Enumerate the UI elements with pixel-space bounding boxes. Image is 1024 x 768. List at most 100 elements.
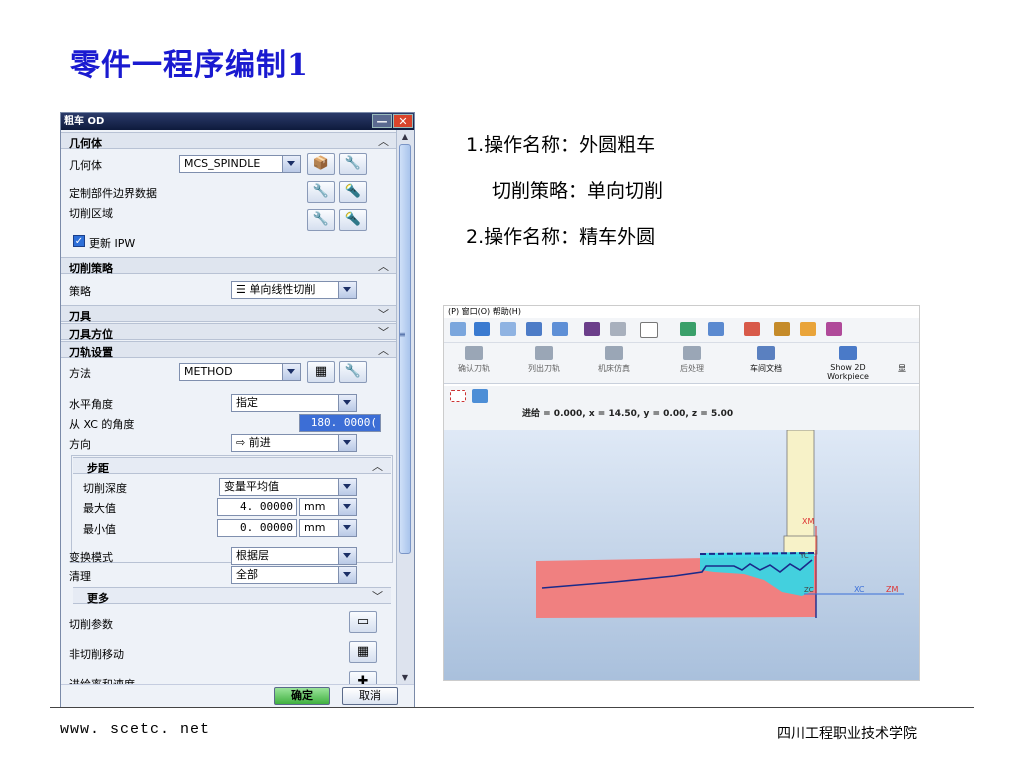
edit-geometry-button[interactable]: 🔧 <box>339 153 367 175</box>
note-operation-1: 1.操作名称：外圆粗车 <box>466 134 656 156</box>
render-icon[interactable] <box>584 322 600 336</box>
wrench-icon[interactable]: 🔧 <box>307 181 335 203</box>
boundary-label: 定制部件边界数据 <box>69 187 157 200</box>
edit-region-button[interactable]: 🔧 <box>307 209 335 231</box>
depth-select[interactable]: 变量平均值 <box>219 478 357 496</box>
frame-icon[interactable] <box>640 322 658 338</box>
dialog-titlebar: 粗车 OD — ✕ <box>61 113 414 130</box>
max-depth-input[interactable]: 4. 00000 <box>217 498 297 516</box>
ribbon-show-2d[interactable]: Show 2D Workpiece <box>816 345 880 381</box>
chevron-up-icon[interactable]: ︿ <box>372 458 383 474</box>
cut-params-button[interactable]: ▭ <box>349 611 377 633</box>
cam-ribbon: 确认刀轨 列出刀轨 机床仿真 后处理 车间文档 Show 2D Workpiec… <box>444 343 919 384</box>
create-geom-icon[interactable] <box>744 322 760 336</box>
ribbon-list-path[interactable]: 列出刀轨 <box>516 345 572 374</box>
update-ipw-checkbox[interactable]: ✓ <box>73 235 85 247</box>
ribbon-verify[interactable]: 确认刀轨 <box>446 345 502 374</box>
transform-label: 变换模式 <box>69 551 113 564</box>
strategy-select[interactable]: ☰ 单向线性切削 <box>231 281 357 299</box>
section-tool-axis[interactable]: 刀具方位 ﹀ <box>61 323 397 341</box>
scroll-down-icon[interactable]: ▼ <box>397 671 413 685</box>
xc-angle-row: 从 XC 的角度 180. 0000( <box>61 412 397 434</box>
chevron-up-icon[interactable]: ︿ <box>378 258 389 274</box>
chevron-down-icon[interactable]: ﹀ <box>378 324 389 340</box>
section-strategy[interactable]: 切削策略 ︿ <box>61 257 397 275</box>
chevron-up-icon[interactable]: ︿ <box>378 133 389 149</box>
close-button[interactable]: ✕ <box>393 114 413 128</box>
scroll-thumb[interactable] <box>399 144 411 554</box>
level-angle-value: 指定 <box>236 396 258 409</box>
style-icon[interactable] <box>610 322 626 336</box>
dialog-title: 粗车 OD <box>64 116 105 127</box>
create-op-icon[interactable] <box>680 322 696 336</box>
cancel-button[interactable]: 取消 <box>342 687 398 705</box>
geometry-select[interactable]: MCS_SPINDLE <box>179 155 301 173</box>
chevron-down-icon[interactable]: ﹀ <box>372 588 383 604</box>
section-step-label: 步距 <box>87 462 109 475</box>
transform-select[interactable]: 根据层 <box>231 547 357 565</box>
method-select[interactable]: METHOD <box>179 363 301 381</box>
max-unit-value: mm <box>304 500 326 513</box>
level-angle-select[interactable]: 指定 <box>231 394 357 412</box>
chevron-down-icon <box>282 156 300 172</box>
xc-angle-label: 从 XC 的角度 <box>69 418 135 431</box>
cleanup-value: 全部 <box>236 568 258 581</box>
ribbon-machine-sim[interactable]: 机床仿真 <box>586 345 642 374</box>
chevron-down-icon[interactable]: ﹀ <box>378 306 389 322</box>
shade-icon[interactable] <box>552 322 568 336</box>
cleanup-label: 清理 <box>69 570 91 583</box>
show-region-button[interactable]: 🔦 <box>339 209 367 231</box>
min-depth-input[interactable]: 0. 00000 <box>217 519 297 537</box>
ok-button[interactable]: 确定 <box>274 687 330 705</box>
verify-icon[interactable] <box>800 322 816 336</box>
ribbon-shop-doc[interactable]: 车间文档 <box>738 345 794 374</box>
section-more-label: 更多 <box>87 592 109 605</box>
cube-icon[interactable] <box>472 389 488 403</box>
section-path-settings[interactable]: 刀轨设置 ︿ <box>61 341 397 359</box>
flashlight-icon[interactable]: 🔦 <box>339 181 367 203</box>
section-path-settings-label: 刀轨设置 <box>69 346 113 359</box>
section-strategy-label: 切削策略 <box>69 262 113 275</box>
section-geometry[interactable]: 几何体 ︿ <box>61 132 397 150</box>
dialog-scrollbar[interactable]: ▲ ≡ ▼ <box>396 130 414 685</box>
depth-value: 变量平均值 <box>224 480 279 493</box>
cleanup-row: 清理 全部 <box>61 564 397 586</box>
section-step[interactable]: 步距 ︿ <box>73 457 391 475</box>
chevron-down-icon <box>338 395 356 411</box>
max-depth-label: 最大值 <box>83 502 116 515</box>
simulate-icon[interactable] <box>826 322 842 336</box>
direction-select[interactable]: ⇨ 前进 <box>231 434 357 452</box>
edit-method-button[interactable]: 🔧 <box>339 361 367 383</box>
min-depth-unit[interactable]: mm <box>299 519 357 537</box>
section-tool[interactable]: 刀具 ﹀ <box>61 305 397 323</box>
new-method-button[interactable]: ▦ <box>307 361 335 383</box>
cleanup-select[interactable]: 全部 <box>231 566 357 584</box>
section-more[interactable]: 更多 ﹀ <box>73 587 391 605</box>
new-geometry-button[interactable]: 📦 <box>307 153 335 175</box>
geometry-select-value: MCS_SPINDLE <box>184 157 261 170</box>
graphics-viewport[interactable]: XM YC ZC XC ZM <box>444 429 919 680</box>
minimize-button[interactable]: — <box>372 114 392 128</box>
chevron-up-icon[interactable]: ︿ <box>378 342 389 358</box>
ribbon-postprocess[interactable]: 后处理 <box>664 345 720 374</box>
min-depth-label: 最小值 <box>83 523 116 536</box>
generate-icon[interactable] <box>774 322 790 336</box>
xc-angle-input[interactable]: 180. 0000( <box>299 414 381 432</box>
cut-region-label: 切削区域 <box>69 207 113 220</box>
direction-row: 方向 ⇨ 前进 <box>61 432 397 454</box>
scroll-up-icon[interactable]: ▲ <box>397 130 413 144</box>
footer-url: www. scetc. net <box>60 721 211 738</box>
grip-icon: ≡ <box>399 330 406 339</box>
zoom-icon[interactable] <box>450 322 466 336</box>
max-depth-unit[interactable]: mm <box>299 498 357 516</box>
strategy-select-value: 单向线性切削 <box>249 283 316 296</box>
create-tool-icon[interactable] <box>708 322 724 336</box>
direction-value: 前进 <box>248 436 271 449</box>
fit-icon[interactable] <box>500 322 516 336</box>
non-cut-button[interactable]: ▦ <box>349 641 377 663</box>
min-unit-value: mm <box>304 521 326 534</box>
select-rect-icon[interactable] <box>450 390 466 402</box>
rotate-icon[interactable] <box>474 322 490 336</box>
ribbon-more[interactable]: 显 <box>884 345 919 374</box>
pan-icon[interactable] <box>526 322 542 336</box>
